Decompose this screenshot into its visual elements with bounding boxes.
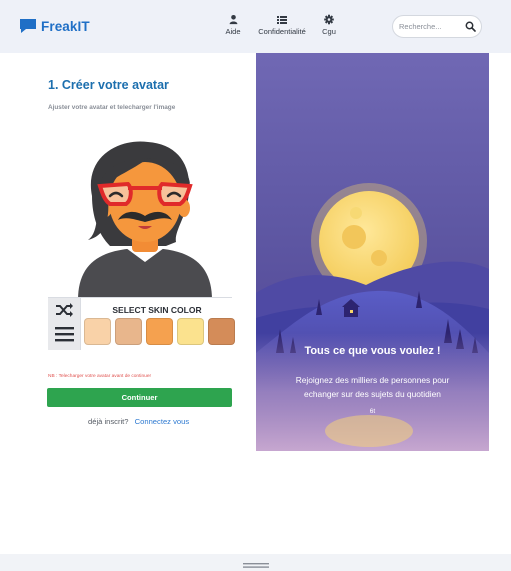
nav-confidentialite[interactable]: Confidentialité	[252, 14, 312, 36]
download-warning: NB : Telecharger votre avatar avant de c…	[48, 374, 152, 379]
nav-cgu[interactable]: Cgu	[318, 14, 340, 36]
skin-picker-label: SELECT SKIN COLOR	[112, 305, 202, 315]
login-prompt-text: déjà inscrit?	[88, 417, 129, 426]
page-subtitle: Ajuster votre avatar et telecharger l'im…	[48, 104, 176, 111]
skin-color-panel: SELECT SKIN COLOR	[80, 298, 235, 350]
skin-swatch-5[interactable]	[208, 318, 235, 345]
skin-color-picker: SELECT SKIN COLOR	[48, 297, 235, 350]
nav-label: Aide	[225, 27, 241, 36]
nav-aide[interactable]: Aide	[220, 14, 246, 36]
avatar-preview	[78, 141, 212, 300]
hero-small-text: 6t	[369, 408, 376, 415]
nav-label: Confidentialité	[258, 27, 306, 36]
gear-icon	[324, 14, 334, 25]
login-prompt: déjà inscrit? Connectez vous	[88, 417, 189, 426]
shuffle-icon[interactable]	[55, 302, 74, 318]
picker-toolbar	[48, 298, 80, 350]
footer-bar	[0, 554, 511, 571]
menu-icon[interactable]	[55, 326, 74, 342]
skin-swatch-1[interactable]	[84, 318, 111, 345]
skin-swatches	[84, 318, 239, 346]
skin-swatch-2[interactable]	[115, 318, 142, 345]
hero-text: Rejoignez des milliers de personnes pour…	[295, 375, 450, 399]
nav-label: Cgu	[322, 27, 336, 36]
user-icon	[229, 15, 237, 25]
list-icon	[277, 16, 287, 24]
chat-bubble-icon	[20, 19, 36, 33]
hero-title: Tous ce que vous voulez !	[304, 345, 441, 357]
brand-logo[interactable]: FreakIT	[19, 18, 90, 34]
continue-button[interactable]: Continuer	[47, 388, 232, 407]
search-icon[interactable]	[465, 21, 476, 32]
page-title: 1. Créer votre avatar	[48, 78, 169, 92]
search-box	[392, 15, 482, 38]
skin-swatch-3[interactable]	[146, 318, 173, 345]
search-input[interactable]	[399, 16, 465, 37]
brand-name: FreakIT	[41, 18, 90, 34]
skin-swatch-4[interactable]	[177, 318, 204, 345]
hero-illustration: Tous ce que vous voulez ! Rejoignez des …	[256, 53, 489, 451]
top-navbar: FreakIT Aide Confidentialité Cgu	[0, 0, 511, 53]
drag-handle-icon[interactable]	[243, 563, 269, 568]
login-link[interactable]: Connectez vous	[135, 417, 189, 426]
